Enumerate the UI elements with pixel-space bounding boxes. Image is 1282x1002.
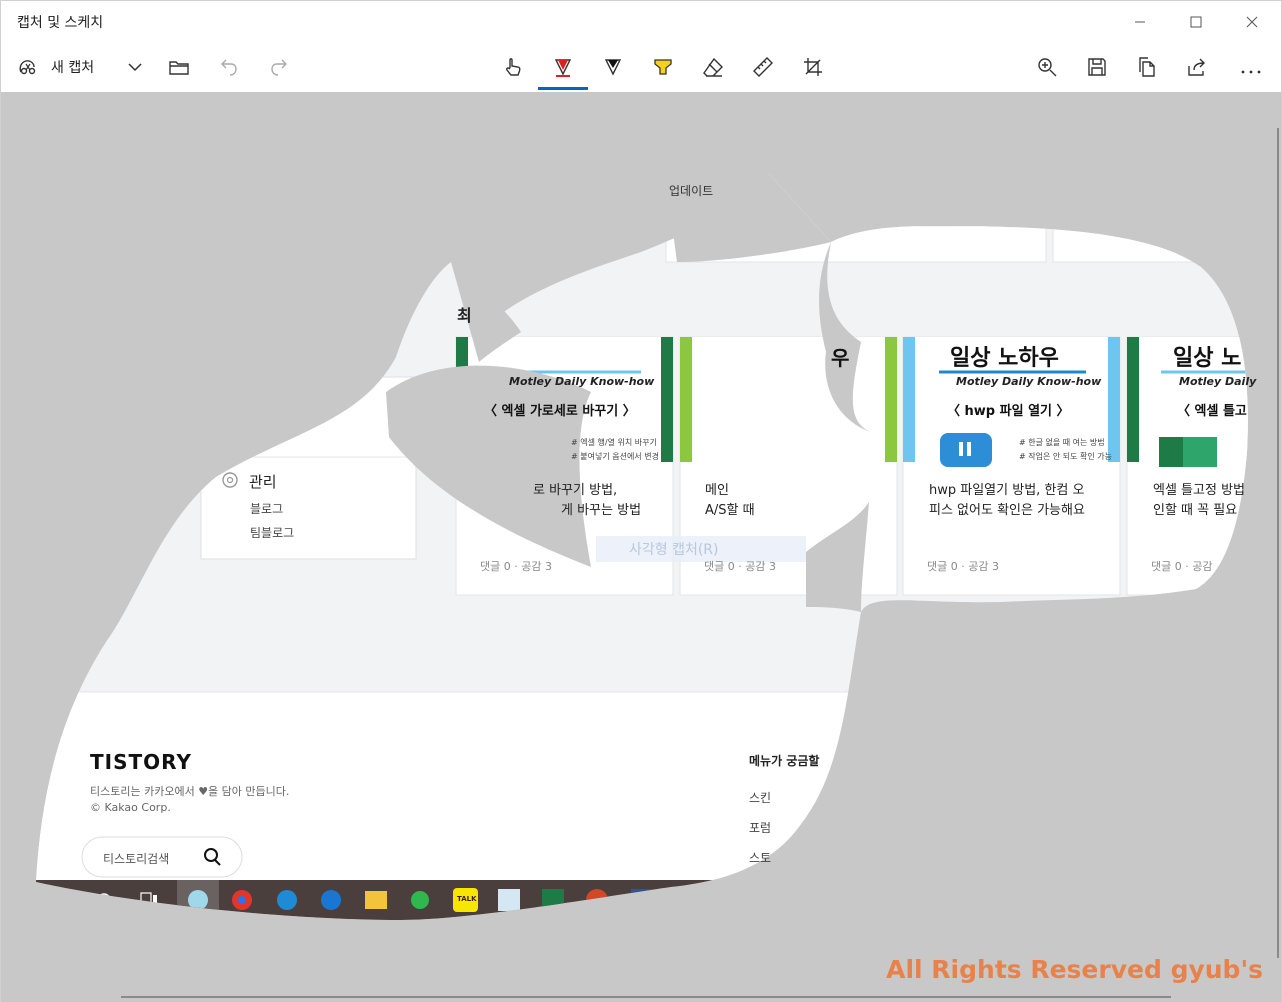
card3-tag-2: # 작업은 안 되도 확인 가능	[1019, 452, 1113, 461]
footer-menu-store[interactable]: 스토	[749, 849, 771, 866]
highlighter-button[interactable]	[651, 51, 675, 83]
card2-meta: 댓글 0 · 공감 3	[704, 560, 776, 573]
footer-menu-heading: 메뉴가 궁금할	[749, 754, 820, 768]
card3-title-2[interactable]: 피스 없어도 확인은 가능해요	[929, 499, 1085, 518]
card3-banner-topic: 〈 hwp 파일 열기 〉	[947, 404, 1070, 419]
minimize-button[interactable]	[1125, 9, 1155, 35]
zoom-button[interactable]	[1035, 51, 1059, 83]
rectangle-capture-tooltip: 사각형 캡처(R)	[629, 542, 719, 558]
snip-icon	[19, 60, 36, 75]
redo-icon	[271, 59, 287, 76]
zoom-in-icon	[1038, 58, 1057, 77]
toolbar: 새 캡처	[1, 41, 1281, 92]
ballpoint-pen-button[interactable]	[551, 51, 575, 83]
card3-tag-1: # 한글 없을 때 여는 방법	[1019, 438, 1105, 447]
ballpoint-pen-icon	[554, 59, 572, 77]
card1-meta: 댓글 0 · 공감 3	[480, 560, 552, 573]
ruler-icon	[753, 57, 773, 77]
card1-title-2: 게 바꾸는 방법	[561, 503, 642, 518]
share-icon	[1188, 58, 1205, 76]
captured-webpage: 업데이트 최 일상 노하우 우 일상 노 Motley Daily Know-h…	[1, 92, 1281, 1002]
horizontal-scrollbar[interactable]	[121, 996, 1171, 998]
chevron-down-icon	[128, 63, 142, 72]
new-capture-label: 새 캡처	[51, 60, 95, 76]
save-icon	[1088, 58, 1106, 76]
close-button[interactable]	[1237, 9, 1267, 35]
touch-hand-icon	[506, 58, 521, 76]
vertical-scrollbar[interactable]	[1277, 128, 1279, 958]
redo-button[interactable]	[267, 51, 291, 83]
capture-canvas[interactable]: 업데이트 최 일상 노하우 우 일상 노 Motley Daily Know-h…	[1, 92, 1281, 1002]
copy-icon	[1139, 57, 1155, 77]
card4-meta: 댓글 0 · 공감	[1151, 560, 1213, 573]
crop-icon	[804, 58, 822, 76]
pencil-icon	[604, 59, 622, 76]
card2-title-1: 메인	[705, 483, 729, 498]
manage-label[interactable]: 관리	[249, 471, 277, 492]
card3-title-1[interactable]: hwp 파일열기 방법, 한컴 오	[929, 479, 1084, 498]
crop-button[interactable]	[801, 51, 825, 83]
ruler-button[interactable]	[751, 51, 775, 83]
undo-button[interactable]	[217, 51, 241, 83]
folder-icon	[169, 61, 189, 75]
save-button[interactable]	[1085, 51, 1109, 83]
card1-banner-subtitle: Motley Daily Know-how	[509, 375, 655, 388]
highlighter-icon	[654, 59, 672, 75]
copy-button[interactable]	[1135, 51, 1159, 83]
eraser-icon	[703, 57, 723, 77]
footer-tagline: 티스토리는 카카오에서 ♥을 담아 만듭니다.	[90, 785, 290, 798]
section-heading: 최	[457, 306, 472, 325]
sidebar-link-blog[interactable]: 블로그	[250, 500, 283, 517]
card2-title-2: A/S할 때	[705, 503, 755, 518]
card3-banner-title: 일상 노하우	[950, 346, 1059, 371]
pencil-button[interactable]	[601, 51, 625, 83]
footer-copyright: © Kakao Corp.	[90, 801, 171, 814]
capture-mode-dropdown[interactable]	[123, 51, 147, 83]
touch-writing-button[interactable]	[501, 51, 525, 83]
card1-tag-2: # 붙여넣기 옵션에서 변경	[571, 452, 659, 461]
eraser-button[interactable]	[701, 51, 725, 83]
active-tool-indicator	[538, 87, 588, 90]
card1-title-1: 로 바꾸기 방법,	[533, 483, 618, 498]
update-label: 업데이트	[669, 184, 714, 198]
card4-banner-topic: 〈 엑셀 틀고	[1177, 404, 1247, 419]
card4-banner-subtitle: Motley Daily	[1179, 375, 1257, 388]
undo-icon	[221, 59, 237, 76]
card2-banner-fragment: 우	[831, 346, 850, 370]
card3-meta: 댓글 0 · 공감 3	[927, 560, 999, 573]
close-icon	[1246, 16, 1258, 28]
title-bar: 캡처 및 스케치	[1, 1, 1281, 41]
more-options-button[interactable]	[1237, 51, 1265, 83]
watermark: All Rights Reserved gyub's	[886, 955, 1263, 984]
card4-title-1: 엑셀 틀고정 방법	[1153, 483, 1245, 498]
maximize-button[interactable]	[1181, 9, 1211, 35]
minimize-icon	[1135, 21, 1145, 23]
footer-menu-forum[interactable]: 포럼	[749, 819, 771, 836]
sidebar-link-teamblog[interactable]: 팀블로그	[250, 524, 294, 541]
card3-banner-subtitle: Motley Daily Know-how	[956, 375, 1102, 388]
tistory-search-input[interactable]: 티스토리검색	[103, 850, 169, 867]
snip-and-sketch-window: 캡처 및 스케치 새 캡처 업데이트 최 일상 노하우 우 일상 노 Motle…	[0, 0, 1282, 1002]
card4-banner-title: 일상 노	[1173, 346, 1242, 371]
more-icon	[1241, 70, 1261, 74]
footer-menu-skin[interactable]: 스킨	[749, 789, 771, 806]
maximize-icon	[1190, 16, 1202, 28]
kakaotalk-badge: TALK	[457, 895, 477, 903]
card1-banner-topic: 〈 엑셀 가로세로 바꾸기 〉	[484, 404, 636, 419]
share-button[interactable]	[1185, 51, 1209, 83]
window-title: 캡처 및 스케치	[17, 15, 104, 31]
new-capture-button[interactable]: 새 캡처	[17, 51, 94, 83]
card4-title-2: 인할 때 꼭 필요	[1153, 503, 1238, 518]
card1-tag-1: # 엑셀 행/열 위치 바꾸기	[571, 438, 657, 447]
tistory-logo: TISTORY	[90, 750, 192, 774]
open-file-button[interactable]	[167, 51, 191, 83]
